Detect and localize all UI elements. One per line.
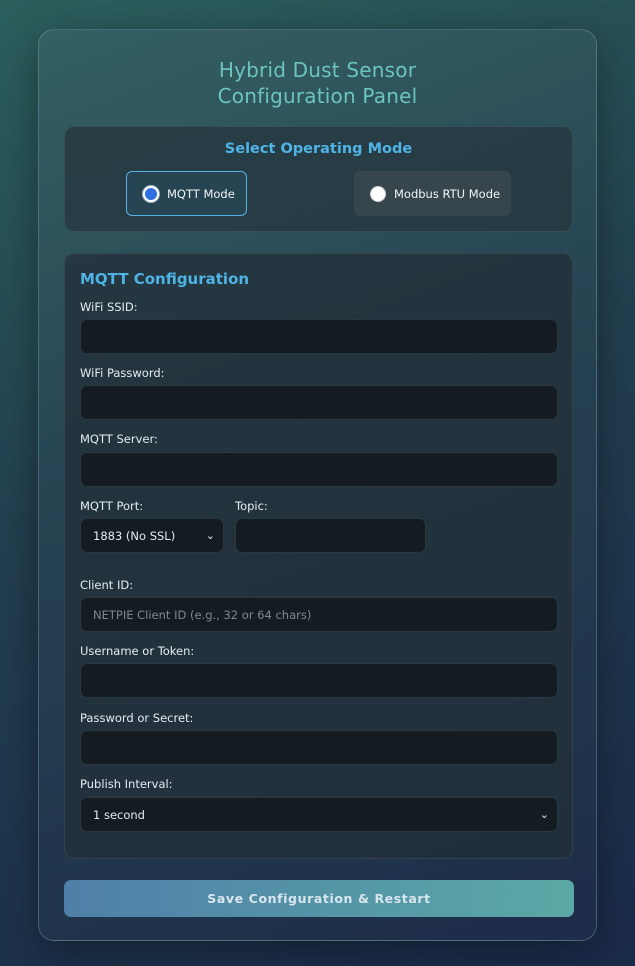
username-input[interactable] — [80, 663, 558, 698]
title-line-1: Hybrid Dust Sensor — [218, 58, 417, 82]
wifi-password-input[interactable] — [80, 385, 558, 420]
radio-checked-icon[interactable] — [143, 185, 159, 202]
publish-interval-select[interactable]: 1 second ⌄ — [80, 797, 558, 832]
chevron-down-icon: ⌄ — [539, 808, 549, 821]
client-id-label: Client ID: — [80, 578, 134, 592]
config-card: Hybrid Dust Sensor Configuration Panel S… — [38, 29, 597, 941]
password-label: Password or Secret: — [80, 711, 194, 725]
client-id-input[interactable]: NETPIE Client ID (e.g., 32 or 64 chars) — [80, 597, 558, 632]
password-input[interactable] — [80, 730, 558, 765]
wifi-ssid-input[interactable] — [80, 319, 558, 354]
topic-label: Topic: — [235, 499, 268, 513]
mode-heading: Select Operating Mode — [224, 141, 413, 157]
chevron-down-icon: ⌄ — [205, 529, 215, 542]
publish-interval-label: Publish Interval: — [80, 777, 173, 791]
mqtt-server-label: MQTT Server: — [80, 432, 158, 446]
publish-interval-value: 1 second — [93, 807, 145, 822]
mode-option-label: Modbus RTU Mode — [394, 186, 501, 201]
mqtt-server-input[interactable] — [80, 452, 558, 487]
mode-selector: Select Operating Mode MQTT Mode Modbus R… — [64, 126, 573, 232]
mqtt-port-value: 1883 (No SSL) — [93, 528, 176, 543]
title-line-2: Configuration Panel — [217, 84, 418, 108]
section-heading: MQTT Configuration — [80, 270, 250, 288]
wifi-password-label: WiFi Password: — [80, 366, 165, 380]
wifi-ssid-label: WiFi SSID: — [80, 300, 138, 314]
page-title: Hybrid Dust Sensor Configuration Panel — [39, 57, 596, 109]
mqtt-port-select[interactable]: 1883 (No SSL) ⌄ — [80, 518, 224, 553]
mqtt-config-section: MQTT Configuration WiFi SSID: WiFi Passw… — [64, 253, 573, 859]
mqtt-port-label: MQTT Port: — [80, 499, 144, 513]
radio-unchecked-icon[interactable] — [370, 185, 386, 202]
mode-option-mqtt[interactable]: MQTT Mode — [126, 171, 247, 216]
topic-input[interactable] — [235, 518, 426, 553]
mode-option-modbus[interactable]: Modbus RTU Mode — [354, 171, 511, 216]
username-label: Username or Token: — [80, 644, 195, 658]
mode-option-label: MQTT Mode — [167, 186, 235, 201]
save-button[interactable]: Save Configuration & Restart — [64, 880, 574, 917]
